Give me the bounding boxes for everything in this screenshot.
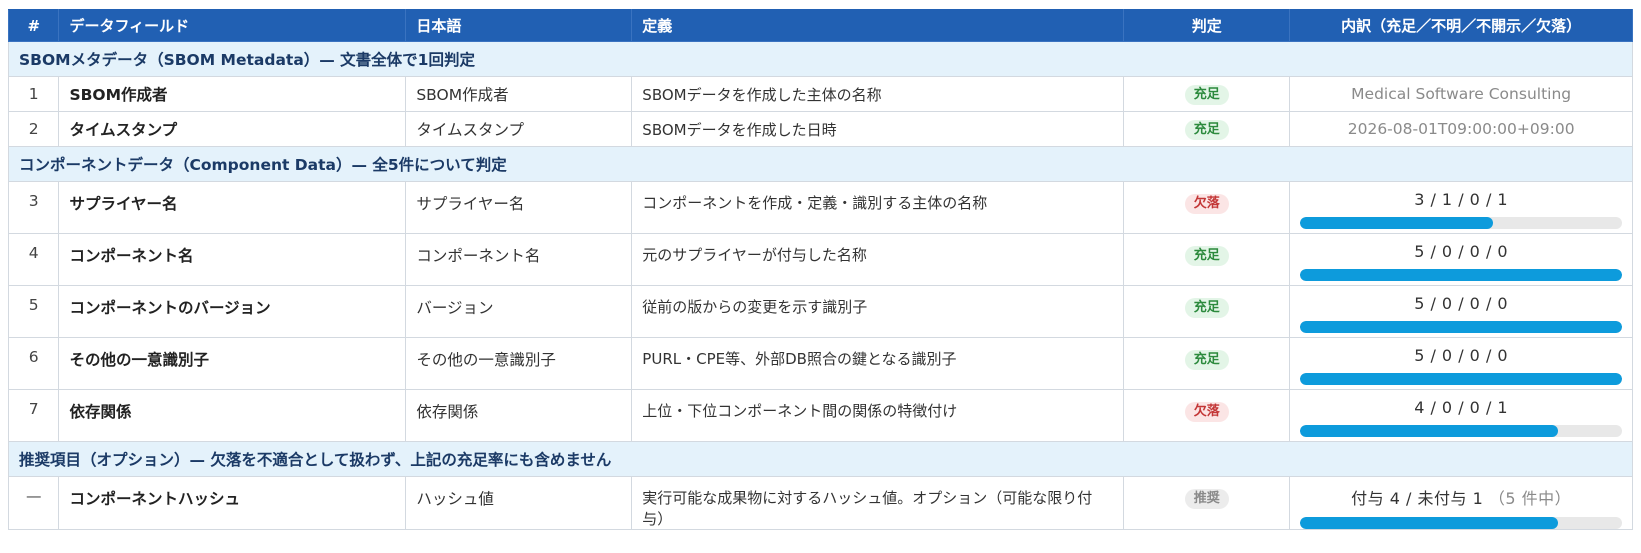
status-badge: 充足 (1184, 119, 1229, 140)
breakdown-counts: 5 / 0 / 0 / 0 (1414, 242, 1509, 261)
col-header-japanese: 日本語 (405, 9, 633, 42)
table-row: 6 その他の一意識別子 その他の一意識別子 PURL・CPE等、外部DB照合の鍵… (7, 337, 1633, 390)
breakdown-counts: 付与 4 / 未付与 1 (1351, 489, 1484, 508)
table-row: 7 依存関係 依存関係 上位・下位コンポーネント間の関係の特徴付け 欠落 4 /… (7, 389, 1633, 442)
metadata-value: 2026-08-01T09:00:00+09:00 (1289, 111, 1633, 147)
breakdown-cell: 付与 4 / 未付与 1 （5 件中） (1289, 476, 1633, 530)
judgement-cell: 欠落 (1123, 181, 1291, 234)
row-number: 7 (7, 389, 60, 442)
field-name: その他の一意識別子 (58, 337, 407, 390)
section-title: コンポーネントデータ（Component Data）— 全5件について判定 (8, 146, 1633, 182)
section-row-sbom-metadata: SBOMメタデータ（SBOM Metadata）— 文書全体で1回判定 (8, 41, 1633, 77)
sbom-field-table-container: # データフィールド 日本語 定義 判定 内訳（充足／不明／不開示／欠落） SB… (7, 9, 1633, 530)
table-row: 2 タイムスタンプ タイムスタンプ SBOMデータを作成した日時 充足 2026… (7, 111, 1633, 147)
status-badge: 充足 (1184, 84, 1229, 105)
progress-bar (1300, 321, 1622, 333)
row-number: 6 (7, 337, 60, 390)
definition: SBOMデータを作成した主体の名称 (631, 76, 1125, 112)
col-header-definition: 定義 (631, 9, 1125, 42)
definition: コンポーネントを作成・定義・識別する主体の名称 (631, 181, 1125, 234)
metadata-value: Medical Software Consulting (1289, 76, 1633, 112)
breakdown-counts: 4 / 0 / 0 / 1 (1414, 398, 1509, 417)
judgement-cell: 充足 (1123, 233, 1291, 286)
breakdown-cell: 5 / 0 / 0 / 0 (1289, 233, 1633, 286)
status-badge: 欠落 (1184, 402, 1229, 422)
col-header-judgement: 判定 (1123, 9, 1291, 42)
status-badge: 推奨 (1184, 489, 1229, 509)
breakdown-cell: 5 / 0 / 0 / 0 (1289, 285, 1633, 338)
table-header-row: # データフィールド 日本語 定義 判定 内訳（充足／不明／不開示／欠落） (7, 9, 1633, 42)
judgement-cell: 充足 (1123, 285, 1291, 338)
definition: SBOMデータを作成した日時 (631, 111, 1125, 147)
row-number: 2 (7, 111, 60, 147)
japanese-name: バージョン (405, 285, 633, 338)
japanese-name: ハッシュ値 (405, 476, 633, 530)
field-name: 依存関係 (58, 389, 407, 442)
judgement-cell: 充足 (1123, 337, 1291, 390)
progress-bar (1300, 269, 1622, 281)
breakdown-counts: 5 / 0 / 0 / 0 (1414, 346, 1509, 365)
definition: 上位・下位コンポーネント間の関係の特徴付け (631, 389, 1125, 442)
definition: 従前の版からの変更を示す識別子 (631, 285, 1125, 338)
status-badge: 充足 (1184, 298, 1229, 318)
section-title: 推奨項目（オプション）— 欠落を不適合として扱わず、上記の充足率にも含めません (8, 441, 1633, 477)
breakdown-cell: 3 / 1 / 0 / 1 (1289, 181, 1633, 234)
progress-bar (1300, 373, 1622, 385)
row-number: — (7, 476, 60, 530)
row-number: 1 (7, 76, 60, 112)
breakdown-cell: 4 / 0 / 0 / 1 (1289, 389, 1633, 442)
status-badge: 充足 (1184, 246, 1229, 266)
table-row: 3 サプライヤー名 サプライヤー名 コンポーネントを作成・定義・識別する主体の名… (7, 181, 1633, 234)
table-row: 4 コンポーネント名 コンポーネント名 元のサプライヤーが付与した名称 充足 5… (7, 233, 1633, 286)
row-number: 4 (7, 233, 60, 286)
progress-bar-fill (1300, 217, 1494, 229)
field-name: SBOM作成者 (58, 76, 407, 112)
judgement-cell: 推奨 (1123, 476, 1291, 530)
japanese-name: 依存関係 (405, 389, 633, 442)
field-name: サプライヤー名 (58, 181, 407, 234)
japanese-name: タイムスタンプ (405, 111, 633, 147)
progress-bar (1300, 517, 1622, 529)
field-name: コンポーネントハッシュ (58, 476, 407, 530)
definition: 実行可能な成果物に対するハッシュ値。オプション（可能な限り付与） (631, 476, 1125, 530)
judgement-cell: 充足 (1123, 76, 1291, 112)
field-name: コンポーネント名 (58, 233, 407, 286)
table-row: 1 SBOM作成者 SBOM作成者 SBOMデータを作成した主体の名称 充足 M… (7, 76, 1633, 112)
definition: 元のサプライヤーが付与した名称 (631, 233, 1125, 286)
status-badge: 欠落 (1184, 194, 1229, 214)
breakdown-cell: 5 / 0 / 0 / 0 (1289, 337, 1633, 390)
progress-bar-fill (1300, 517, 1558, 529)
section-title: SBOMメタデータ（SBOM Metadata）— 文書全体で1回判定 (8, 41, 1633, 77)
status-badge: 充足 (1184, 350, 1229, 370)
progress-bar-fill (1300, 321, 1622, 333)
col-header-num: # (7, 9, 60, 42)
sbom-field-table: # データフィールド 日本語 定義 判定 内訳（充足／不明／不開示／欠落） SB… (7, 9, 1633, 530)
table-row: 5 コンポーネントのバージョン バージョン 従前の版からの変更を示す識別子 充足… (7, 285, 1633, 338)
japanese-name: コンポーネント名 (405, 233, 633, 286)
breakdown-counts: 5 / 0 / 0 / 0 (1414, 294, 1509, 313)
japanese-name: SBOM作成者 (405, 76, 633, 112)
judgement-cell: 欠落 (1123, 389, 1291, 442)
progress-bar-fill (1300, 269, 1622, 281)
progress-bar (1300, 217, 1622, 229)
col-header-field: データフィールド (58, 9, 407, 42)
field-name: タイムスタンプ (58, 111, 407, 147)
judgement-cell: 充足 (1123, 111, 1291, 147)
row-number: 3 (7, 181, 60, 234)
japanese-name: その他の一意識別子 (405, 337, 633, 390)
japanese-name: サプライヤー名 (405, 181, 633, 234)
progress-bar-fill (1300, 425, 1558, 437)
section-row-component-data: コンポーネントデータ（Component Data）— 全5件について判定 (8, 146, 1633, 182)
field-name: コンポーネントのバージョン (58, 285, 407, 338)
section-row-recommended: 推奨項目（オプション）— 欠落を不適合として扱わず、上記の充足率にも含めません (8, 441, 1633, 477)
row-number: 5 (7, 285, 60, 338)
breakdown-note: （5 件中） (1488, 489, 1572, 508)
breakdown-counts: 3 / 1 / 0 / 1 (1414, 190, 1509, 209)
definition: PURL・CPE等、外部DB照合の鍵となる識別子 (631, 337, 1125, 390)
col-header-breakdown: 内訳（充足／不明／不開示／欠落） (1289, 9, 1633, 42)
table-row: — コンポーネントハッシュ ハッシュ値 実行可能な成果物に対するハッシュ値。オプ… (7, 476, 1633, 530)
progress-bar (1300, 425, 1622, 437)
progress-bar-fill (1300, 373, 1622, 385)
